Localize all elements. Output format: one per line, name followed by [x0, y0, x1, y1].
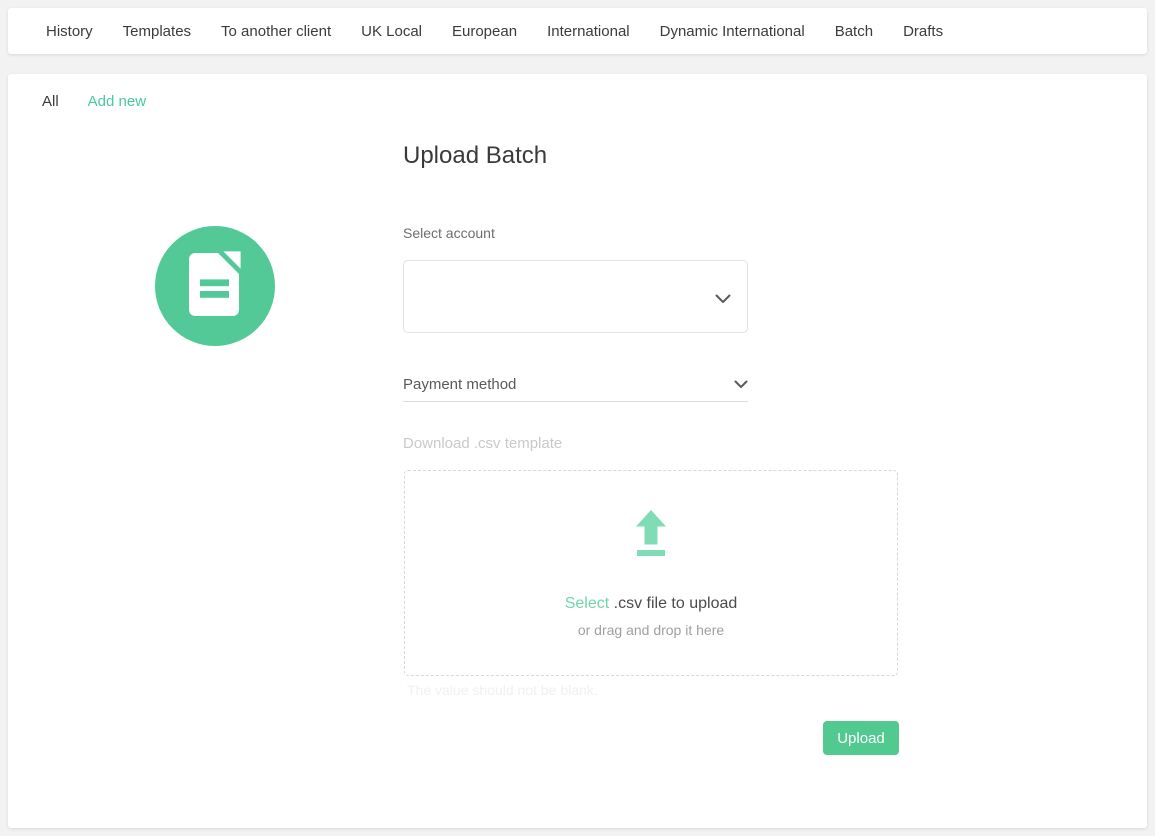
- account-select[interactable]: [403, 260, 748, 333]
- tab-all[interactable]: All: [42, 93, 59, 110]
- nav-item-history[interactable]: History: [46, 23, 93, 40]
- validation-message: The value should not be blank.: [407, 682, 598, 698]
- upload-arrow-icon: [631, 509, 671, 561]
- payment-method-value: Payment method: [403, 376, 517, 393]
- nav-item-european[interactable]: European: [452, 23, 517, 40]
- sub-navigation: All Add new: [42, 93, 146, 110]
- upload-button[interactable]: Upload: [823, 721, 899, 755]
- main-panel: All Add new Upload Batch Select account …: [8, 74, 1147, 828]
- download-csv-template-link[interactable]: Download .csv template: [403, 435, 562, 452]
- nav-item-international[interactable]: International: [547, 23, 630, 40]
- chevron-down-icon: [734, 376, 748, 394]
- dropzone-select-rest: .csv file to upload: [609, 594, 738, 612]
- nav-item-dynamic-international[interactable]: Dynamic International: [660, 23, 805, 40]
- dropzone-drag-hint: or drag and drop it here: [577, 621, 725, 638]
- tab-add-new[interactable]: Add new: [88, 93, 146, 110]
- nav-item-uk-local[interactable]: UK Local: [361, 23, 422, 40]
- payment-method-select[interactable]: Payment method: [403, 368, 748, 402]
- batch-document-badge: [155, 226, 275, 346]
- dropzone-select-link[interactable]: Select: [565, 595, 609, 612]
- nav-item-to-another-client[interactable]: To another client: [221, 23, 331, 40]
- dropzone-select-line: Select .csv file to upload: [565, 595, 738, 613]
- top-navigation: History Templates To another client UK L…: [8, 8, 1147, 54]
- nav-item-batch[interactable]: Batch: [835, 23, 873, 40]
- nav-item-templates[interactable]: Templates: [123, 23, 191, 40]
- select-account-label: Select account: [403, 225, 495, 241]
- page-title: Upload Batch: [403, 142, 548, 169]
- nav-item-drafts[interactable]: Drafts: [903, 23, 943, 40]
- chevron-down-icon: [715, 291, 731, 309]
- document-icon: [186, 250, 244, 322]
- csv-dropzone[interactable]: Select .csv file to upload or drag and d…: [404, 470, 898, 676]
